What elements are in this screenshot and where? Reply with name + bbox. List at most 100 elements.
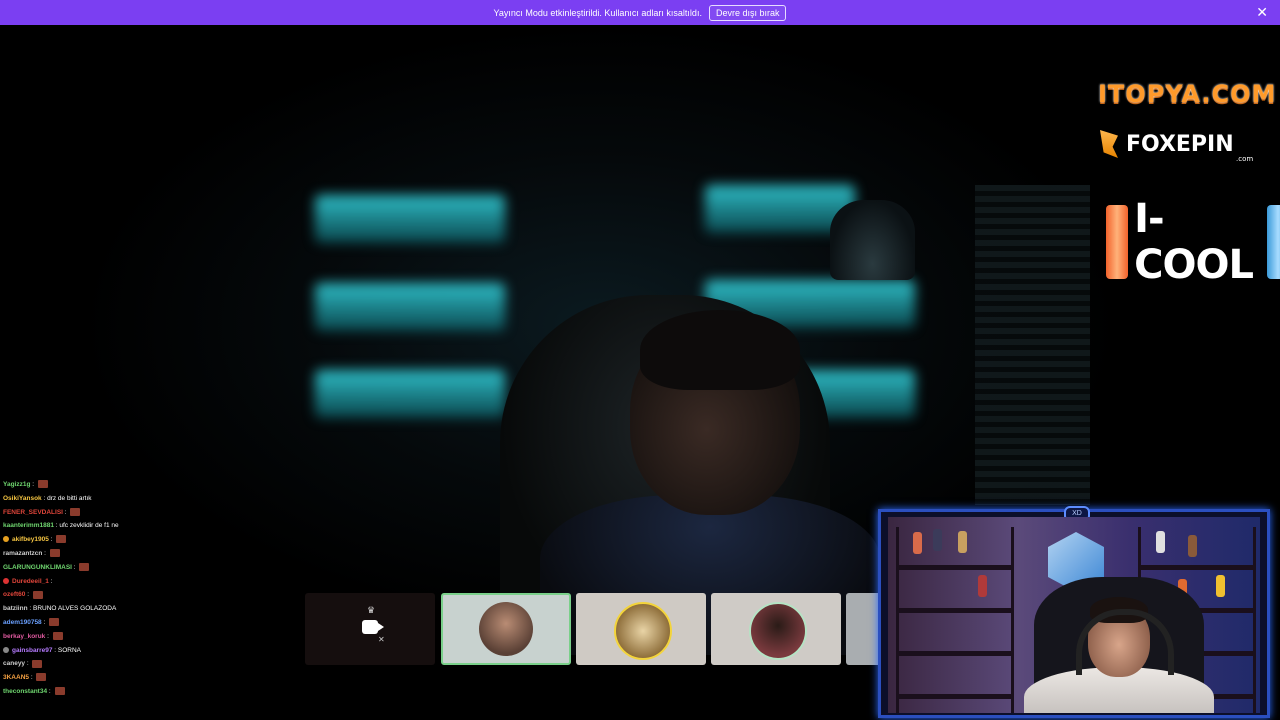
emote-icon [37, 480, 48, 489]
participant-2[interactable] [576, 593, 706, 665]
chat-separator: : [41, 618, 48, 626]
chat-overlay: Yagizz1g : OsikiYansok : drz de bitti ar… [3, 478, 243, 699]
emote-icon [49, 549, 60, 558]
badge-icon [3, 577, 9, 584]
participant-1[interactable] [441, 593, 571, 665]
figurine [913, 532, 922, 554]
participant-muted[interactable]: ♛ ✕ [305, 593, 435, 665]
chat-separator: : [25, 660, 31, 668]
chat-username[interactable]: berkay_koruk [3, 633, 45, 640]
figurine [958, 531, 967, 553]
emote-icon [79, 563, 90, 572]
chat-message: batziinn : BRUNO ALVES GOLAZODA [3, 602, 243, 616]
chat-message: OsikiYansok : drz de bitti artık [3, 492, 243, 506]
chat-username[interactable]: adem190758 [3, 619, 42, 626]
can-icon [1106, 205, 1129, 279]
chat-username[interactable]: caneyy [3, 660, 25, 667]
figurine [933, 529, 942, 551]
chat-separator: : [45, 632, 51, 640]
foxepin-suffix: .com [1236, 155, 1254, 163]
chat-separator: : [30, 481, 36, 488]
avatar [479, 602, 533, 656]
can-icon [1266, 205, 1280, 279]
emote-icon [70, 507, 81, 516]
chat-separator: : [47, 687, 53, 695]
fox-icon [1100, 130, 1118, 158]
badge-icon [3, 536, 9, 543]
emote-icon [54, 687, 65, 696]
chat-username[interactable]: 3KAAN5 [3, 674, 29, 681]
avatar [614, 602, 672, 660]
figure-shelf-left [896, 527, 1014, 713]
emote-icon [32, 659, 43, 668]
chat-message: berkay_koruk : [3, 630, 243, 644]
chat-separator: : [42, 549, 48, 557]
chat-message: ramazantzcn : [3, 547, 243, 561]
chat-message: 3KAAN5 : [3, 671, 243, 685]
chat-text: drz de bitti artık [47, 494, 92, 502]
chat-username[interactable]: ozeft60 [3, 591, 25, 598]
emote-icon [49, 618, 60, 627]
mute-x-icon: ✕ [378, 635, 385, 644]
webcam-feed [888, 517, 1260, 713]
itopya-logo: ITOPYA.COM [1098, 80, 1277, 108]
webcam-overlay: XD [878, 506, 1270, 718]
close-icon[interactable]: ✕ [1256, 5, 1268, 19]
lamp [830, 200, 915, 280]
emote-icon [56, 535, 67, 544]
chat-separator: : [62, 508, 69, 516]
window-blind [975, 185, 1090, 505]
chat-text: SORNA [57, 646, 82, 654]
chat-message: caneyy : [3, 657, 243, 671]
foxepin-text: FOXEPIN [1126, 131, 1234, 157]
chat-message: GLARUNGUNKLIMASI : [3, 561, 243, 575]
crown-icon: ♛ [367, 605, 376, 615]
participant-3[interactable] [711, 593, 841, 665]
led-shelf [315, 370, 505, 418]
chat-username[interactable]: theconstant34 [3, 688, 47, 695]
chat-message: theconstant34 : [3, 685, 243, 699]
led-shelf [315, 195, 505, 243]
banner-message: Yayıncı Modu etkinleştirildi. Kullanıcı … [493, 7, 702, 18]
icool-text: I-COOL [1134, 196, 1254, 288]
chat-message: FENER_SEVDALISI : [3, 506, 243, 520]
figurine [978, 575, 987, 597]
chat-separator: : [25, 591, 31, 599]
chat-username[interactable]: Duredeeil_1 [12, 578, 49, 585]
icool-logo: I-COOL [1106, 196, 1280, 288]
chat-text: BRUNO ALVES GOLAZODA [32, 605, 117, 613]
chat-message: akifbey1905 : [3, 533, 243, 547]
emote-icon [36, 673, 47, 682]
chat-username[interactable]: GLARUNGUNKLIMASI [3, 564, 72, 571]
chat-message: gainsbarre97 : SORNA [3, 644, 243, 658]
chat-username[interactable]: ramazantzcn [3, 550, 42, 557]
chat-message: adem190758 : [3, 616, 243, 630]
avatar [749, 602, 807, 660]
chat-separator: : [48, 536, 55, 544]
foxepin-logo: FOXEPIN .com [1100, 130, 1253, 163]
chat-separator: : [48, 577, 53, 585]
figurine [1156, 531, 1165, 553]
chat-username[interactable]: FENER_SEVDALISI [3, 509, 63, 516]
streamer-hair [640, 310, 800, 390]
chat-separator: : [71, 563, 78, 571]
streamer-mode-banner: Yayıncı Modu etkinleştirildi. Kullanıcı … [0, 0, 1280, 25]
chat-separator: : [29, 674, 35, 682]
chat-username[interactable]: OsikiYansok [3, 495, 42, 502]
chat-username[interactable]: Yagizz1g [3, 481, 30, 488]
chat-username[interactable]: akifbey1905 [12, 536, 49, 543]
chat-message: ozeft60 : [3, 588, 243, 602]
chat-message: Duredeeil_1 : [3, 575, 243, 589]
chat-username[interactable]: kaanterimm1881 [3, 522, 54, 529]
chat-username[interactable]: batziinn [3, 605, 28, 612]
camera-off-icon [362, 620, 384, 634]
disable-streamer-mode-button[interactable]: Devre dışı bırak [708, 4, 787, 21]
figurine [1188, 535, 1197, 557]
chat-username[interactable]: gainsbarre97 [12, 647, 52, 654]
led-shelf [315, 283, 505, 331]
emote-icon [52, 632, 63, 641]
emote-icon [32, 590, 43, 599]
chat-message: Yagizz1g : [3, 478, 243, 492]
chat-text: ufc zevklidir de f1 ne [59, 522, 119, 530]
figurine [1216, 575, 1225, 597]
